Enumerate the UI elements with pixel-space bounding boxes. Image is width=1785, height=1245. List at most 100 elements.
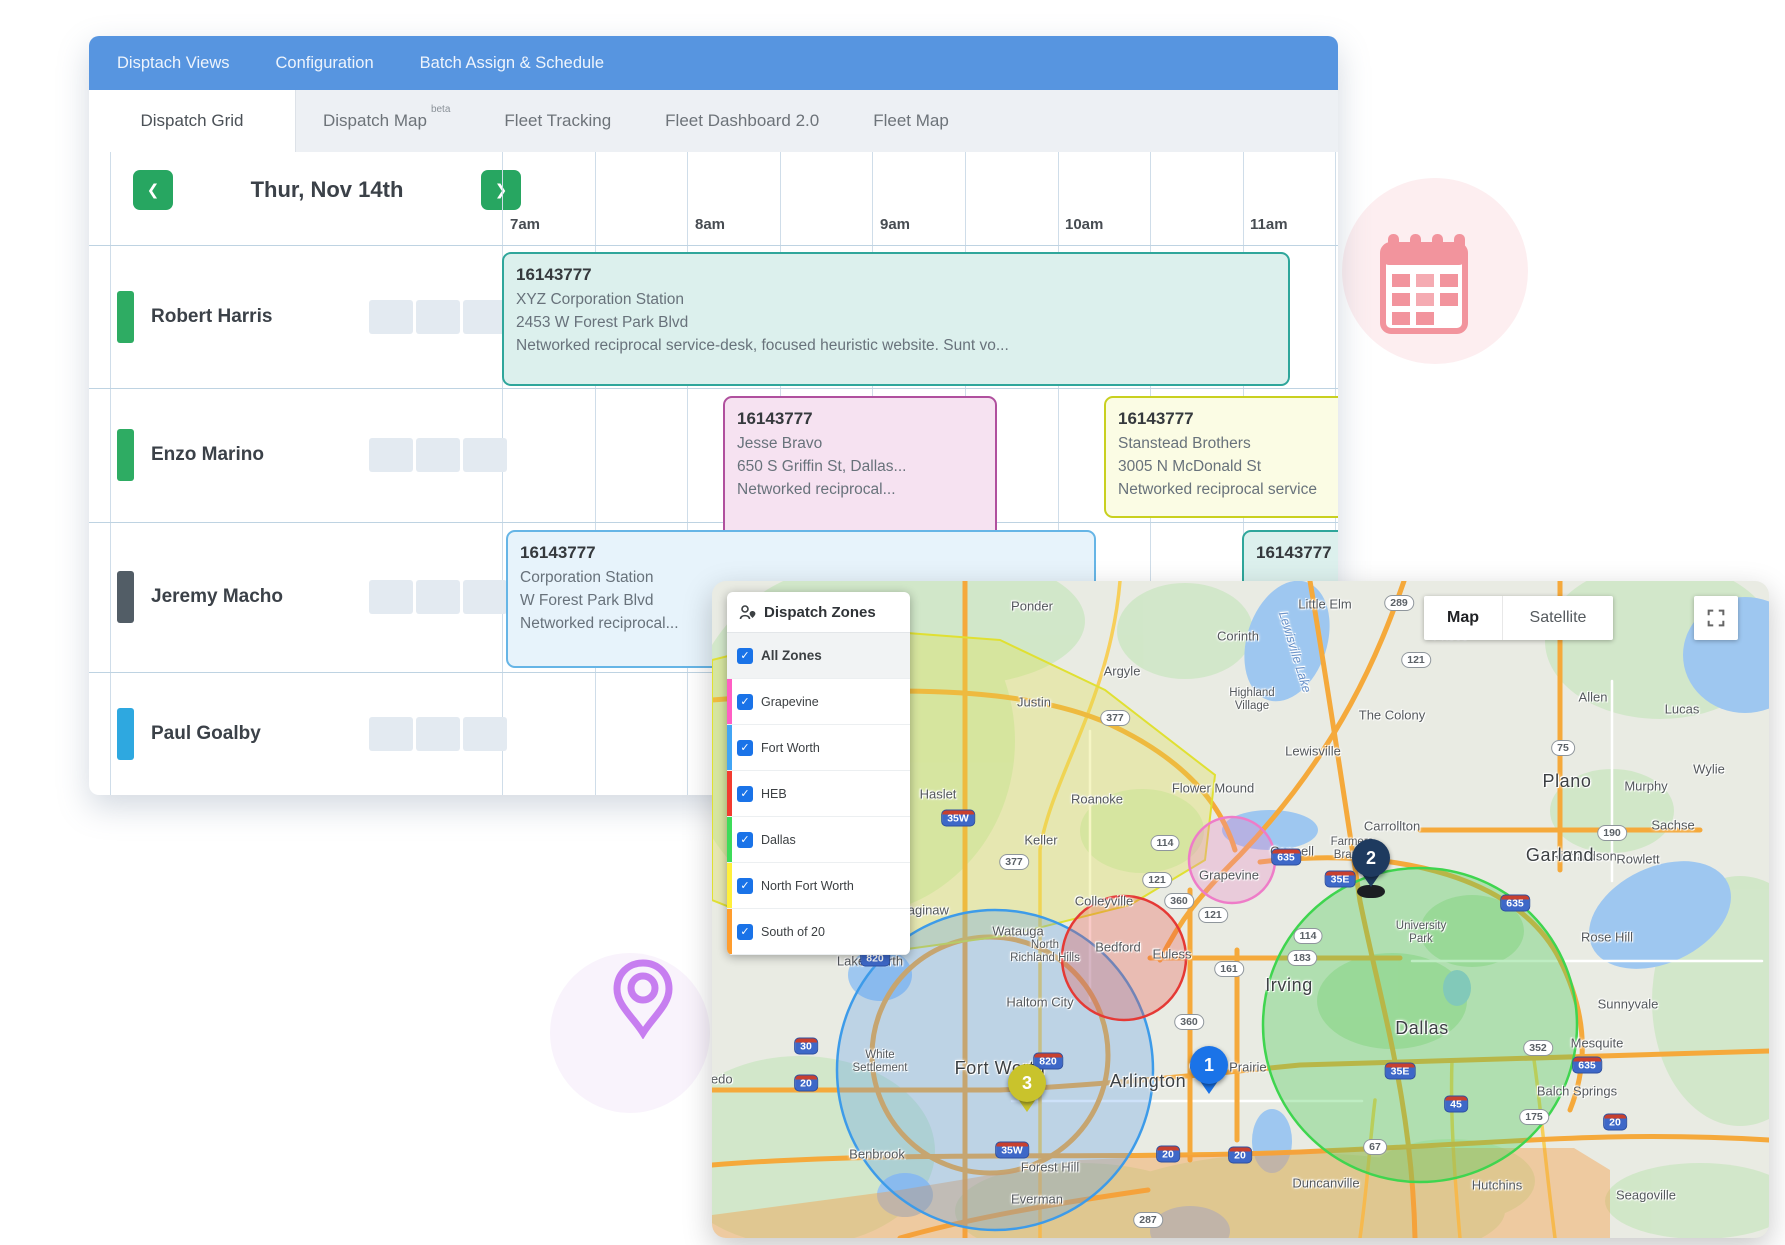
map-label-aledo: Aledo [712,1073,733,1088]
marker-circle: 1 [1190,1046,1228,1084]
decorative-calendar-circle [1342,178,1528,364]
job-id: 16143777 [520,540,1082,566]
map-label-balch-springs: Balch Springs [1537,1085,1617,1100]
zone-checkbox[interactable]: ✓ [737,924,753,940]
map-label-keller: Keller [1024,834,1057,849]
job-block[interactable]: 16143777Jesse Bravo650 S Griffin St, Dal… [723,396,997,542]
driver-slot-placeholder[interactable] [369,717,413,751]
map-label-flower-mound: Flower Mound [1172,782,1254,797]
highway-shield-67: 67 [1363,1139,1387,1155]
grid-vline [595,152,596,795]
map-label-rowlett: Rowlett [1616,853,1659,868]
zone-label: South of 20 [761,925,825,939]
zone-list: ✓All Zones✓Grapevine✓Fort Worth✓HEB✓Dall… [727,633,910,955]
map-label-ponder: Ponder [1011,600,1053,615]
time-label-10am: 10am [1065,216,1103,233]
map-label-colleyville: Colleyville [1075,895,1134,910]
zone-item-dallas[interactable]: ✓ Dallas [727,817,910,863]
driver-status-bar [117,571,134,623]
driver-name: Jeremy Macho [151,586,283,608]
driver-slot-placeholder[interactable] [463,300,507,334]
highway-shield-635: 635 [1500,895,1530,912]
map-label-grapevine: Grapevine [1199,869,1259,884]
driver-slot-placeholder[interactable] [463,580,507,614]
highway-shield-287: 287 [1133,1212,1163,1228]
zone-checkbox[interactable]: ✓ [737,832,753,848]
map-label-justin: Justin [1017,696,1051,711]
map-label-plano: Plano [1542,771,1591,791]
time-label-8am: 8am [695,216,725,233]
zone-item-grapevine[interactable]: ✓ Grapevine [727,679,910,725]
driver-slot-placeholder[interactable] [416,300,460,334]
driver-status-bar [117,708,134,760]
highway-shield-45: 45 [1444,1096,1468,1113]
zone-label: Dallas [761,833,796,847]
map-label-irving: Irving [1265,975,1313,995]
grid-vline [502,152,503,795]
map-type-map-button[interactable]: Map [1424,596,1502,640]
map-label-highland-village: Highland Village [1229,687,1274,713]
zone-item-fort-worth[interactable]: ✓Fort Worth [727,725,910,771]
fullscreen-button[interactable] [1694,596,1738,640]
map-type-satellite-button[interactable]: Satellite [1502,596,1613,640]
dispatch-map[interactable]: PonderJustinArgyleCorinthHighland Villag… [712,581,1769,1238]
zone-checkbox[interactable]: ✓ [737,648,753,664]
zone-item-all-zones[interactable]: ✓All Zones [727,633,910,679]
zone-item-heb[interactable]: ✓HEB [727,771,910,817]
dispatch-zones-title: Dispatch Zones [764,604,876,621]
driver-slot-placeholder[interactable] [416,717,460,751]
driver-name: Enzo Marino [151,444,264,466]
grid-vline [687,152,688,795]
map-label-little-elm: Little Elm [1298,598,1351,613]
driver-slot-placeholder[interactable] [369,300,413,334]
job-block[interactable]: 16143777XYZ Corporation Station2453 W Fo… [502,252,1290,386]
zone-checkbox[interactable]: ✓ [737,878,753,894]
fullscreen-icon [1705,607,1727,629]
dispatch-zones-icon [739,604,756,621]
zone-checkbox[interactable]: ✓ [737,786,753,802]
prev-day-button[interactable]: ❮ [133,170,173,210]
zone-grapevine [1189,817,1275,903]
zone-label: Grapevine [761,695,819,709]
job-id: 16143777 [1118,406,1338,432]
grid-row-divider [89,388,1338,389]
location-pin-icon [612,957,674,1039]
job-block[interactable]: 16143777Stanstead Brothers3005 N McDonal… [1104,396,1338,518]
highway-shield-360: 360 [1174,1014,1204,1030]
job-detail-line: 2453 W Forest Park Blvd [516,311,1276,334]
highway-shield-377: 377 [999,854,1029,870]
driver-slot-placeholder[interactable] [463,438,507,472]
zone-checkbox[interactable]: ✓ [737,694,753,710]
dispatch-zones-panel: Dispatch Zones ✓All Zones✓Grapevine✓Fort… [727,592,910,955]
zone-item-south-of-20[interactable]: ✓ South of 20 [727,909,910,955]
driver-slot-placeholder[interactable] [369,438,413,472]
highway-shield-20: 20 [1228,1147,1252,1164]
map-label-watauga: Watauga [992,925,1044,940]
next-day-button[interactable]: ❯ [481,170,521,210]
zone-item-north-fort-worth[interactable]: ✓ North Fort Worth [727,863,910,909]
driver-status-bar [117,291,134,343]
map-label-the-colony: The Colony [1359,709,1425,724]
map-label-dallas: Dallas [1395,1018,1449,1038]
map-label-lucas: Lucas [1665,703,1700,718]
highway-shield-161: 161 [1214,961,1244,977]
driver-slot-placeholder[interactable] [463,717,507,751]
zone-label: North Fort Worth [761,879,854,893]
grid-row-divider [89,522,1338,523]
driver-slot-placeholder[interactable] [416,438,460,472]
driver-slot-placeholder[interactable] [416,580,460,614]
highway-shield-75: 75 [1551,740,1575,756]
driver-slot-placeholder[interactable] [369,580,413,614]
map-label-sachse: Sachse [1651,819,1694,834]
driver-name: Paul Goalby [151,723,261,745]
zone-color-stripe [727,909,732,954]
job-detail-line: Networked reciprocal... [737,478,983,501]
highway-shield-114: 114 [1294,928,1323,944]
map-label-everman: Everman [1011,1193,1063,1208]
highway-shield-360: 360 [1164,893,1194,909]
highway-shield-20: 20 [1603,1114,1627,1131]
date-label: Thur, Nov 14th [173,170,481,210]
zone-checkbox[interactable]: ✓ [737,740,753,756]
map-label-mesquite: Mesquite [1571,1037,1624,1052]
map-label-north-richland-hills: North Richland Hills [1010,939,1080,965]
